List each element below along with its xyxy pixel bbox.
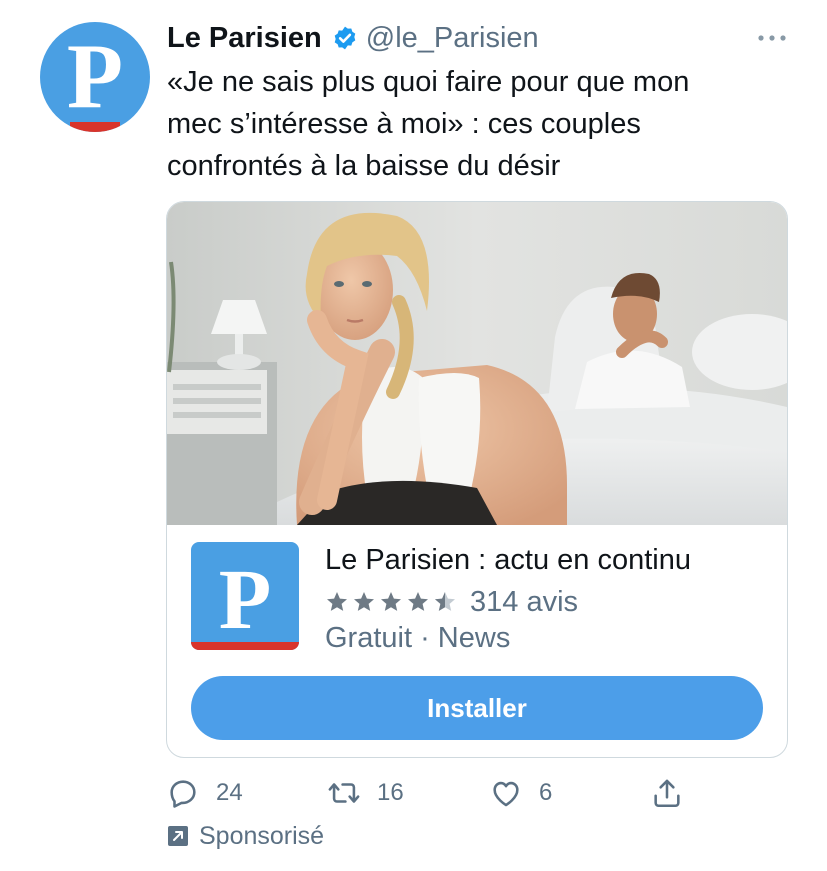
app-icon-red-stripe: [191, 642, 299, 650]
share-action[interactable]: [650, 775, 700, 811]
reply-action[interactable]: 24: [166, 775, 243, 811]
like-count: 6: [539, 779, 553, 806]
tweet-text: «Je ne sais plus quoi faire pour que mon…: [167, 61, 787, 187]
like-action[interactable]: 6: [489, 775, 552, 811]
star-full-icon: [408, 592, 428, 611]
promoted-arrow-icon: [168, 826, 188, 846]
star-half-icon: [435, 592, 455, 611]
retweet-action[interactable]: 16: [327, 775, 404, 811]
review-count: 314 avis: [470, 585, 579, 618]
rating-stars: [325, 590, 460, 614]
tweet-text-line: «Je ne sais plus quoi faire pour que mon: [167, 66, 690, 98]
avatar-red-stripe: [70, 122, 120, 132]
retweet-count: 16: [377, 779, 404, 806]
app-meta: Gratuit · News: [325, 622, 511, 654]
heart-icon: [493, 781, 519, 807]
verified-badge-icon: [334, 26, 356, 50]
app-icon[interactable]: P: [191, 542, 299, 650]
reply-count: 24: [216, 779, 243, 806]
account-avatar[interactable]: P: [40, 22, 150, 132]
app-icon-letter: P: [218, 551, 272, 647]
star-full-icon: [327, 592, 347, 611]
tweet-text-line: confrontés à la baisse du désir: [167, 150, 561, 182]
tweet-text-line: mec s’intéresse à moi» : ces couples: [167, 108, 641, 140]
avatar-letter: P: [66, 25, 124, 127]
account-name[interactable]: Le Parisien: [167, 22, 322, 55]
app-rating: 314 avis: [325, 584, 578, 620]
reply-icon: [170, 780, 196, 808]
star-full-icon: [354, 592, 374, 611]
more-dots-icon[interactable]: [756, 30, 788, 46]
sponsored-label[interactable]: Sponsorisé: [167, 820, 324, 852]
account-handle[interactable]: @le_Parisien: [366, 22, 539, 55]
retweet-icon: [328, 783, 360, 803]
tweet-header: Le Parisien @le_Parisien: [167, 18, 539, 58]
promo-photo[interactable]: [167, 202, 787, 525]
app-promo-card[interactable]: P Le Parisien : actu en continu 314 avis…: [166, 201, 788, 758]
star-full-icon: [381, 592, 401, 611]
sponsored-text: Sponsorisé: [199, 821, 325, 850]
share-icon: [654, 779, 680, 808]
install-button[interactable]: Installer: [191, 676, 763, 740]
app-title[interactable]: Le Parisien : actu en continu: [325, 544, 691, 577]
